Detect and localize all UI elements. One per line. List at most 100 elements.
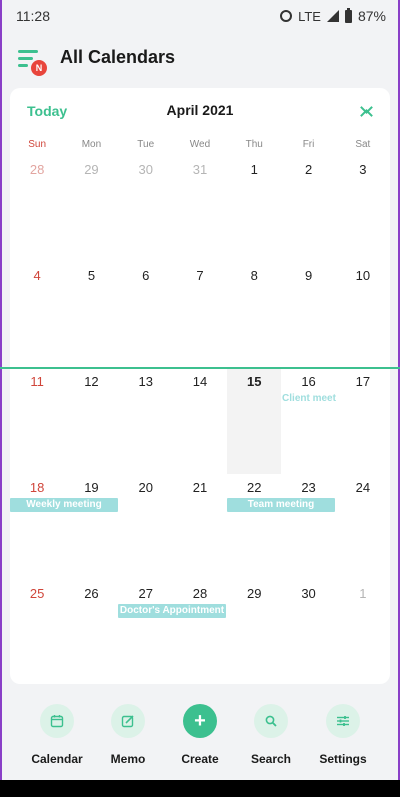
day-cell[interactable]: 29 (227, 580, 281, 686)
day-number: 19 (84, 480, 99, 495)
current-week-indicator (0, 367, 400, 369)
day-number: 13 (138, 374, 153, 389)
day-cell[interactable]: 2 (281, 156, 335, 262)
day-number: 28 (192, 586, 208, 601)
day-cell[interactable]: 20 (119, 474, 173, 580)
nav-label: Memo (110, 752, 146, 766)
menu-icon (18, 50, 38, 53)
day-number: 20 (138, 480, 153, 495)
frame-left-edge (0, 0, 2, 797)
day-cell[interactable]: 6 (119, 262, 173, 368)
weekday-label: Mon (81, 139, 102, 150)
weekday-label: Fri (302, 139, 315, 150)
calendar-card: Today April 2021 Sun Mon Tue Wed Thu Fri… (0, 88, 400, 686)
page-title: All Calendars (60, 47, 176, 67)
nav-memo[interactable]: Memo (92, 700, 164, 766)
menu-button[interactable]: N (18, 47, 49, 78)
weekday-label: Wed (189, 139, 211, 150)
day-cell[interactable]: 14 (173, 368, 227, 474)
day-cell[interactable]: 8 (227, 262, 281, 368)
month-grid: 25 26 27 28 29 30 1 18 19 20 21 22 23 24 11 12 13 14 15 16 1… (0, 156, 400, 686)
week-row: 18 19 20 21 22 23 24 (10, 474, 390, 580)
day-cell[interactable]: 29 (64, 156, 118, 262)
day-cell[interactable]: 1 (336, 580, 390, 686)
day-cell[interactable]: 19 (64, 474, 118, 580)
weekday-label: Tue (137, 139, 155, 150)
weekday-label: Thu (245, 139, 263, 150)
day-cell[interactable]: 16 (281, 368, 335, 474)
app-header: N All Calendars (0, 38, 400, 82)
day-cell[interactable]: 27 (119, 580, 173, 686)
network-type: LTE (298, 8, 321, 24)
day-cell[interactable]: 9 (281, 262, 335, 368)
day-number: 21 (192, 480, 208, 495)
day-cell[interactable]: 23 (281, 474, 335, 580)
day-number: 18 (29, 480, 45, 495)
day-cell[interactable]: 28 (173, 580, 227, 686)
day-cell[interactable]: 24 (336, 474, 390, 580)
day-cell[interactable]: 1 (227, 156, 281, 262)
bottom-navigation: Calendar Memo + Create Search Settings (0, 700, 400, 780)
nav-calendar[interactable]: Calendar (21, 700, 93, 766)
week-row: 4 5 6 7 8 9 10 (10, 262, 390, 368)
day-cell[interactable]: 7 (173, 262, 227, 368)
nav-create[interactable]: + Create (164, 700, 236, 766)
day-cell[interactable]: 21 (173, 474, 227, 580)
month-title[interactable]: April 2021 (10, 102, 390, 118)
day-number: 26 (84, 586, 99, 601)
event-weekly-meeting[interactable]: Weekly meeting (10, 498, 118, 512)
day-number: 23 (301, 480, 316, 495)
weekday-header: Sun Mon Tue Wed Thu Fri Sat (10, 139, 390, 153)
day-number: 5 (87, 268, 96, 283)
day-number: 8 (250, 268, 258, 283)
day-number: 15 (247, 374, 262, 389)
day-cell[interactable]: 12 (64, 368, 118, 474)
weekday-label: Sun (28, 139, 47, 150)
menu-icon-line (18, 57, 33, 60)
day-number: 10 (355, 268, 371, 283)
calendar-icon (40, 704, 74, 738)
battery-icon (344, 7, 352, 23)
day-number: 7 (196, 268, 204, 283)
day-cell[interactable]: 17 (336, 368, 390, 474)
status-icons: LTE 87% (280, 7, 386, 24)
nav-search[interactable]: Search (235, 700, 307, 766)
day-number: 6 (142, 268, 150, 283)
nav-label: Settings (319, 752, 367, 766)
day-cell[interactable]: 28 (10, 156, 64, 262)
day-number: 3 (359, 162, 367, 177)
notification-badge: N (29, 58, 49, 78)
day-number: 1 (359, 586, 367, 601)
day-cell[interactable]: 3 (336, 156, 390, 262)
search-icon (254, 704, 288, 738)
nav-label: Create (181, 752, 219, 766)
day-cell[interactable]: 10 (336, 262, 390, 368)
day-cell[interactable]: 26 (64, 580, 118, 686)
day-cell[interactable]: 18 (10, 474, 64, 580)
day-number: 27 (138, 586, 153, 601)
day-number: 12 (84, 374, 99, 389)
nav-settings[interactable]: Settings (307, 700, 379, 766)
day-cell[interactable]: 30 (119, 156, 173, 262)
event-team-meeting[interactable]: Team meeting (227, 498, 335, 512)
day-cell[interactable]: 31 (173, 156, 227, 262)
day-cell-today[interactable]: 15 (227, 368, 282, 474)
day-number: 29 (247, 586, 262, 601)
month-header: Today April 2021 (10, 88, 390, 134)
day-cell[interactable]: 25 (10, 580, 64, 686)
collapse-button[interactable] (360, 101, 374, 122)
day-cell[interactable]: 4 (10, 262, 64, 368)
day-cell[interactable]: 11 (10, 368, 64, 474)
weekday-label: Sat (355, 139, 371, 150)
day-number: 2 (304, 162, 313, 177)
week-row: 25 26 27 28 29 30 1 (10, 580, 390, 686)
day-number: 30 (301, 586, 316, 601)
event-doctors-appointment[interactable]: Doctor's Appointment (118, 604, 226, 618)
memo-icon (111, 704, 145, 738)
day-cell[interactable]: 5 (64, 262, 118, 368)
day-cell[interactable]: 13 (119, 368, 173, 474)
status-bar: 11:28 LTE 87% (0, 0, 400, 32)
day-cell[interactable]: 22 (227, 474, 281, 580)
day-cell[interactable]: 30 (281, 580, 335, 686)
event-client-meet[interactable]: Client meet (281, 392, 337, 406)
